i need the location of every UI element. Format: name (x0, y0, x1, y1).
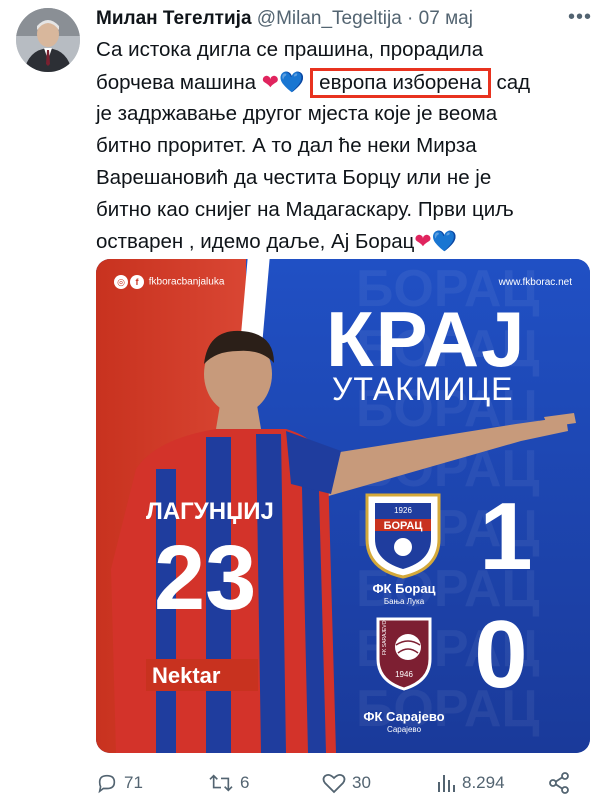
sponsor-logo: Nektar (152, 663, 221, 688)
instagram-icon: ◎ (114, 275, 128, 289)
author-handle[interactable]: @Milan_Tegeltija (257, 8, 402, 29)
share-button[interactable] (548, 768, 570, 798)
text-line: битно као снијег на Мадагаскару. Први ци… (96, 198, 514, 221)
text-line: остварен , идемо даље, Ај Борац❤💙 (96, 226, 576, 258)
text-line: Варешановић да честита Борцу или не је (96, 166, 492, 189)
separator-dot: · (407, 8, 414, 29)
views-chart-icon (438, 775, 455, 792)
like-count: 30 (352, 773, 371, 792)
view-count: 8.294 (462, 773, 505, 792)
post-date[interactable]: 07 мај (419, 8, 473, 29)
social-handle: fkboracbanjaluka (148, 276, 225, 288)
more-horizontal-icon[interactable]: ••• (566, 7, 594, 27)
home-score: 1 (479, 483, 533, 590)
text-line: борчева машина ❤💙 европа изборена сад (96, 66, 576, 98)
highlighted-phrase: европа изборена (310, 68, 491, 98)
player-name: ЛАГУНЏИЈ (146, 498, 274, 525)
crest-home-year: 1926 (394, 506, 412, 515)
tweet-text: Са истока дигла се прашина, прорадила бо… (96, 34, 576, 258)
borac-crest: БОРАЦ 1926 (365, 493, 441, 579)
reply-count: 71 (124, 773, 143, 792)
away-team-city: Сарајево (386, 725, 422, 734)
repost-button[interactable]: 6 (208, 768, 249, 798)
views-button[interactable]: 8.294 (436, 768, 505, 798)
player-number: 23 (154, 527, 256, 629)
sarajevo-crest: 1946 FK SARAJEVO (376, 617, 432, 691)
share-icon (549, 772, 569, 794)
red-heart-emoji: ❤ (414, 230, 432, 253)
like-button[interactable]: 30 (322, 768, 371, 798)
heart-icon (322, 773, 346, 794)
blue-heart-emoji: 💙 (278, 71, 305, 94)
home-team-city: Бања Лука (383, 597, 425, 606)
author-name[interactable]: Милан Тегелтија (96, 8, 252, 29)
home-team-name: ФК Борац (372, 581, 436, 596)
away-team-name: ФК Сарајево (363, 709, 445, 724)
tweet-media-image[interactable]: БОРАЦ БОРАЦ БОРАЦ БОРАЦ БОРАЦ БОРАЦ БОРА… (96, 259, 590, 753)
text-fragment: остварен , идемо даље, Ај Борац (96, 230, 415, 253)
text-line: битно проритет. А то дал ће неки Мирза (96, 134, 477, 157)
text-fragment: борчева машина (96, 71, 257, 94)
repost-count: 6 (240, 773, 250, 792)
red-heart-emoji: ❤ (261, 71, 279, 94)
tweet-actions: 71 6 30 8.294 (96, 768, 596, 798)
text-line: је задржавање другог мјеста које је веом… (96, 102, 498, 125)
tweet: Милан Тегелтија @Milan_Tegeltija · 07 ма… (0, 0, 608, 800)
text-fragment: сад (496, 71, 531, 94)
tweet-header: Милан Тегелтија @Milan_Tegeltija · 07 ма… (96, 6, 566, 32)
facebook-icon: f (130, 275, 144, 289)
reply-button[interactable]: 71 (96, 768, 143, 798)
crest-home-label: БОРАЦ (384, 520, 423, 532)
away-score: 0 (474, 601, 528, 708)
crest-away-label: FK SARAJEVO (382, 620, 388, 655)
club-website: www.fkborac.net (498, 277, 572, 288)
reply-icon (98, 774, 116, 794)
text-line: Са истока дигла се прашина, прорадила (96, 38, 484, 61)
blue-heart-emoji: 💙 (431, 230, 458, 253)
avatar[interactable] (16, 8, 80, 72)
repost-icon (209, 774, 233, 792)
club-social: ◎ f fkboracbanjaluka (114, 275, 224, 290)
crest-away-year: 1946 (395, 670, 413, 679)
